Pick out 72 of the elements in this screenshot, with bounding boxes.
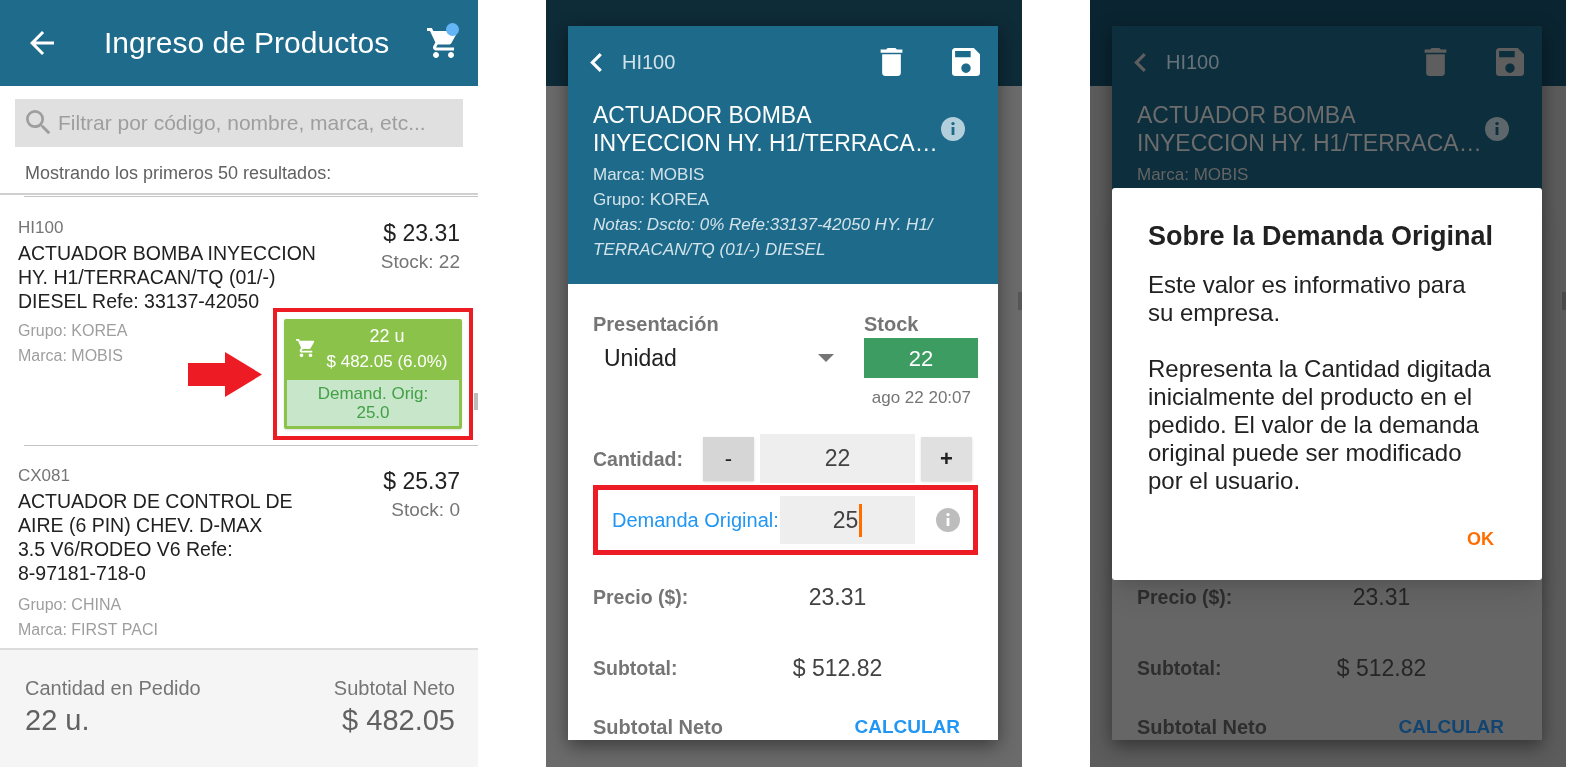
product-code: HI100	[1166, 50, 1220, 74]
product-price: $ 25.37	[383, 467, 460, 495]
search-field[interactable]: Filtrar por código, nombre, marca, etc...	[15, 99, 463, 147]
order-quantity: 22 u	[369, 325, 405, 347]
increment-button[interactable]: +	[921, 436, 972, 481]
product-group: Grupo: CHINA	[18, 592, 122, 617]
field-label: Subtotal Neto	[593, 715, 723, 739]
product-code: HI100	[622, 50, 676, 74]
product-group: Grupo: KOREA	[18, 318, 128, 343]
stock-count: Stock: 22	[380, 250, 460, 274]
stock-badge: 22	[864, 338, 978, 378]
field-label: Subtotal:	[593, 656, 679, 680]
product-brand: Marca: FIRST PACI	[18, 620, 158, 640]
cart-button[interactable]	[425, 26, 462, 60]
stock-count: Stock: 0	[391, 498, 460, 522]
product-price: $ 23.31	[383, 219, 460, 247]
caret-icon	[818, 354, 834, 362]
field-label: Demanda Original:	[612, 508, 779, 532]
quantity-field[interactable]: 22	[760, 434, 915, 483]
back-button[interactable]	[588, 50, 604, 74]
trash-icon	[880, 48, 903, 76]
back-arrow-icon	[30, 31, 54, 55]
product-code: CX081	[18, 467, 70, 485]
field-label: Precio ($):	[593, 585, 690, 609]
product-brand: Marca: MOBIS	[18, 346, 123, 366]
chevron-left-icon	[1134, 52, 1146, 72]
save-icon	[1496, 48, 1524, 76]
product-name: ACTUADOR BOMBA INYECCION HY. H1/TERRACAN/TQ (01/-) DIESEL Refe: 33137-42050	[18, 241, 316, 313]
alert-message: Representa la Cantidad digitada inicialmente del producto en el pedido. El valor de la demanda original puede ser modificado por el usuario.	[1148, 355, 1491, 495]
quantity-label: Cantidad en Pedido	[25, 676, 201, 700]
scroll-thumb	[1562, 292, 1566, 310]
info-icon[interactable]	[941, 117, 965, 141]
subtotal-value: $ 512.82	[1336, 654, 1427, 682]
alert-title: Sobre la Demanda Original	[1148, 220, 1494, 253]
field-label: Presentación	[593, 313, 719, 335]
order-amount: $ 482.05 (6.0%)	[326, 351, 448, 373]
product-title: ACTUADOR BOMBA INYECCION HY. H1/TERRACA…	[593, 101, 938, 157]
trash-icon	[1424, 48, 1447, 76]
cart-icon	[296, 339, 316, 357]
product-title: ACTUADOR BOMBA INYECCION HY. H1/TERRACA…	[1137, 101, 1482, 157]
quantity-value: 22 u.	[25, 703, 90, 738]
product-code: HI100	[18, 219, 64, 237]
scroll-thumb	[474, 393, 478, 410]
stock-updated-time: ago 22 20:07	[871, 389, 971, 407]
subtotal-label: Subtotal Neto	[333, 676, 455, 700]
results-count: Mostrando los primeros 50 resultados:	[25, 162, 332, 184]
scroll-thumb	[1018, 292, 1022, 310]
field-label: Subtotal:	[1137, 656, 1223, 680]
delete-button[interactable]	[880, 48, 903, 76]
decrement-button[interactable]: -	[703, 436, 754, 481]
field-label: Stock	[864, 313, 919, 335]
chevron-left-icon	[590, 52, 602, 72]
product-brand: Marca: MOBIS	[1137, 164, 1249, 186]
demand-field[interactable]: 25	[780, 496, 915, 544]
product-notes: Notas: Dscto: 0% Refe:33137-42050 HY. H1/ TERRACAN/TQ (01/-) DIESEL	[593, 214, 933, 261]
alert-message: Este valor es informativo para su empresa.	[1148, 271, 1466, 327]
search-icon	[26, 110, 51, 135]
save-icon	[952, 48, 980, 76]
product-group: Grupo: KOREA	[593, 187, 710, 212]
subtotal-value: $ 482.05	[342, 703, 455, 738]
info-icon[interactable]	[1485, 117, 1509, 141]
unit-dropdown[interactable]: Unidad	[593, 338, 845, 378]
save-button[interactable]	[952, 48, 980, 76]
field-label: Subtotal Neto	[1137, 715, 1267, 739]
product-name: ACTUADOR DE CONTROL DE AIRE (6 PIN) CHEV. D-MAX 3.5 V6/RODEO V6 Refe: 8-97181-718-0	[18, 489, 293, 585]
screen-title: Ingreso de Productos	[104, 25, 390, 61]
price-value: 23.31	[808, 583, 867, 611]
price-value: 23.31	[1352, 583, 1411, 611]
field-label: Cantidad:	[593, 446, 684, 471]
subtotal-value: $ 512.82	[792, 654, 883, 682]
original-demand-tag: Demand. Orig: 25.0	[287, 380, 459, 426]
product-brand: Marca: MOBIS	[593, 164, 705, 186]
